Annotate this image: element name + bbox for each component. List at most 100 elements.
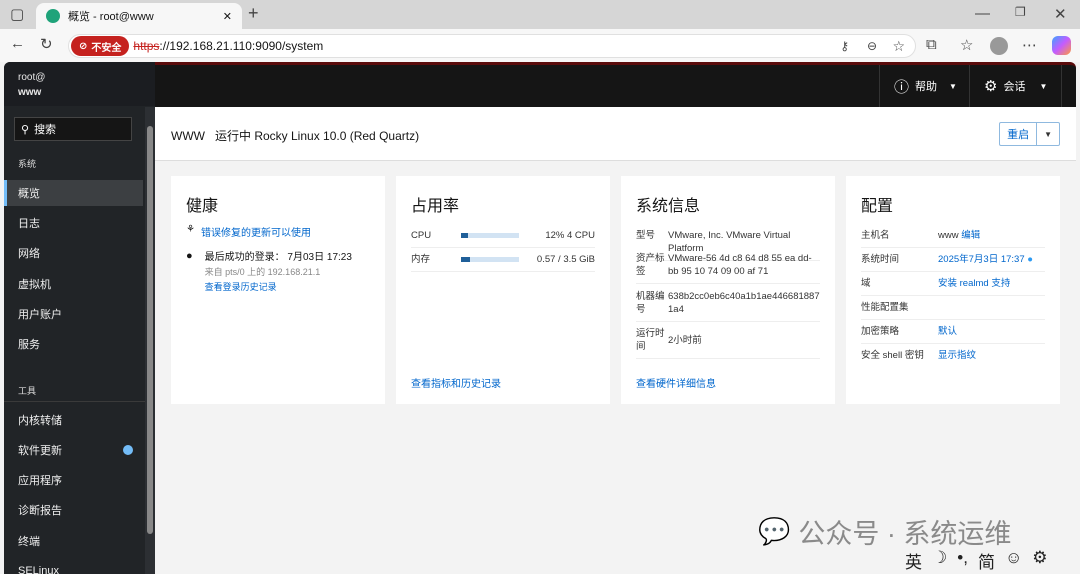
crypto-policy-link[interactable]: 默认 [938, 325, 957, 338]
sidebar-item-label: 软件更新 [18, 445, 62, 457]
url-field[interactable]: ⊘ 不安全 https://192.168.21.110:9090/system … [68, 34, 916, 58]
sidebar-item-apps[interactable]: 应用程序 [4, 467, 143, 493]
config-key: 加密策略 [861, 326, 900, 337]
settings-icon[interactable]: ⚙ [1032, 548, 1047, 573]
sidebar-item-terminal[interactable]: 终端 [4, 528, 143, 554]
sidebar-item-vms[interactable]: 虚拟机 [4, 271, 143, 297]
ssh-fingerprint-link[interactable]: 显示指纹 [938, 349, 976, 362]
bug-icon: ⚘ [186, 224, 195, 235]
sidebar-item-label: 日志 [18, 218, 40, 230]
system-info-card: 系统信息 型号 VMware, Inc. VMware Virtual Platf… [621, 176, 835, 404]
sidebar-item-label: 应用程序 [18, 475, 62, 487]
memory-label: 内存 [411, 254, 431, 265]
last-login: 最后成功的登录： 7月03日 17:23 [204, 252, 352, 263]
card-title: 占用率 [411, 198, 460, 215]
extensions-icon[interactable]: ⧉ [926, 36, 937, 53]
sidebar-item-label: 诊断报告 [18, 505, 62, 517]
sidebar-item-reports[interactable]: 诊断报告 [4, 497, 143, 523]
cockpit-favicon-icon [46, 9, 60, 23]
user-icon: ● [186, 250, 193, 262]
help-menu-button[interactable]: ⓘ 帮助 ▼ [879, 65, 971, 107]
browser-tab[interactable]: 概览 - root@www ✕ [36, 3, 242, 29]
favorites-icon[interactable]: ☆ [960, 36, 973, 54]
edit-hostname-link[interactable]: 编辑 [961, 229, 980, 242]
insecure-badge[interactable]: ⊘ 不安全 [71, 36, 130, 56]
caret-down-icon: ▼ [949, 81, 957, 91]
key-icon[interactable]: ⚷ [840, 39, 849, 53]
ime-language[interactable]: 英 [905, 548, 922, 573]
config-card: 配置 主机名 www 编辑 系统时间 2025年7月3日 17:37 ● 域 安装 r… [846, 176, 1060, 404]
help-label: 帮助 [915, 81, 938, 93]
copilot-icon[interactable] [1052, 36, 1071, 55]
search-icon: ⚲ [21, 123, 30, 136]
watermark-text: 公众号 · 系统运维 [798, 519, 1012, 549]
health-card: 健康 ⚘ 错误修复的更新可以使用 ● 最后成功的登录： 7月03日 17:23 来自… [171, 176, 385, 404]
zoom-out-icon[interactable]: ⊖ [867, 39, 877, 53]
memory-bar-fill [461, 257, 471, 262]
sidebar-item-selinux[interactable]: SELinux [4, 558, 143, 574]
sidebar-item-services[interactable]: 服务 [4, 331, 143, 357]
sidebar-item-label: 概览 [18, 188, 40, 200]
sidebar-item-label: 虚拟机 [18, 279, 51, 291]
top-bar: ⓘ 帮助 ▼ ⚙ 会话 ▼ [155, 62, 1076, 107]
session-menu-button[interactable]: ⚙ 会话 ▼ [969, 65, 1063, 107]
updates-link[interactable]: 错误修复的更新可以使用 [201, 224, 311, 239]
cpu-bar-fill [461, 233, 468, 238]
info-icon[interactable]: ● [1027, 253, 1033, 266]
minimize-icon[interactable]: — [975, 5, 990, 22]
restore-icon[interactable]: ❐ [1015, 5, 1026, 19]
hardware-details-link[interactable]: 查看硬件详细信息 [636, 375, 716, 390]
cpu-bar [461, 233, 519, 238]
card-title: 系统信息 [636, 198, 701, 215]
update-badge [123, 445, 133, 455]
config-key: 安全 shell 密钥 [861, 350, 924, 361]
system-time-link[interactable]: 2025年7月3日 17:37 [938, 253, 1025, 266]
sidebar-item-logs[interactable]: 日志 [4, 210, 143, 236]
gear-icon: ⚙ [984, 78, 998, 95]
reload-icon[interactable]: ↻ [40, 35, 53, 53]
restart-button[interactable]: 重启 [1000, 123, 1036, 145]
restart-options-icon[interactable]: ▼ [1036, 123, 1059, 145]
sidebar-item-label: 服务 [18, 339, 40, 351]
section-tools: 工具 [18, 386, 37, 396]
host-name: WWW [171, 129, 205, 143]
sidebar-item-updates[interactable]: 软件更新 [4, 437, 143, 463]
favorite-star-icon[interactable]: ☆ [892, 38, 905, 55]
cpu-value: 12% 4 CPU [545, 230, 595, 241]
emoji-icon[interactable]: ☺ [1005, 548, 1022, 573]
back-icon[interactable]: ← [10, 35, 25, 52]
info-key: 机器编号 [636, 291, 665, 315]
sidebar-item-kdump[interactable]: 内核转储 [4, 407, 143, 433]
memory-bar [461, 257, 519, 262]
metrics-link[interactable]: 查看指标和历史记录 [411, 375, 501, 390]
page-title: WWW 运行中 Rocky Linux 10.0 (Red Quartz) [171, 127, 419, 144]
sidebar-item-accounts[interactable]: 用户账户 [4, 301, 143, 327]
info-value: 638b2cc0eb6c40a1b1ae446681887 1a4 [668, 291, 820, 315]
sidebar-item-overview[interactable]: 概览 [4, 180, 143, 206]
close-tab-icon[interactable]: ✕ [223, 10, 232, 23]
more-icon[interactable]: ⋯ [1022, 36, 1037, 54]
login-history-link[interactable]: 查看登录历史记录 [205, 280, 352, 295]
config-key: 性能配置集 [861, 302, 909, 313]
realmd-link[interactable]: 安装 realmd 支持 [938, 277, 1010, 290]
sidebar-scroll-thumb[interactable] [147, 126, 153, 534]
moon-icon[interactable]: ☽ [932, 548, 947, 573]
sidebar-item-network[interactable]: 网络 [4, 240, 143, 266]
info-key: 资产标签 [636, 253, 665, 277]
new-tab-icon[interactable]: + [248, 3, 259, 24]
host-switcher[interactable]: root@ www [4, 62, 155, 106]
close-window-icon[interactable]: ✕ [1054, 5, 1067, 23]
profile-avatar[interactable] [990, 37, 1008, 55]
browser-tab-bar: ▢ 概览 - root@www ✕ + — ❐ ✕ [0, 0, 1080, 29]
sidebar-item-label: SELinux [18, 565, 59, 574]
caret-down-icon: ▼ [1039, 81, 1048, 91]
info-value: 2小时前 [668, 334, 702, 346]
search-input[interactable]: ⚲ 搜索 [14, 117, 132, 141]
tab-actions-icon[interactable]: ▢ [10, 5, 24, 23]
config-key: 域 [861, 278, 871, 289]
config-key: 主机名 [861, 230, 890, 241]
wechat-icon: 💬 [758, 516, 791, 546]
config-key: 系统时间 [861, 254, 900, 265]
punctuation-icon[interactable]: •, [957, 548, 968, 573]
ime-simplified[interactable]: 简 [978, 548, 995, 573]
